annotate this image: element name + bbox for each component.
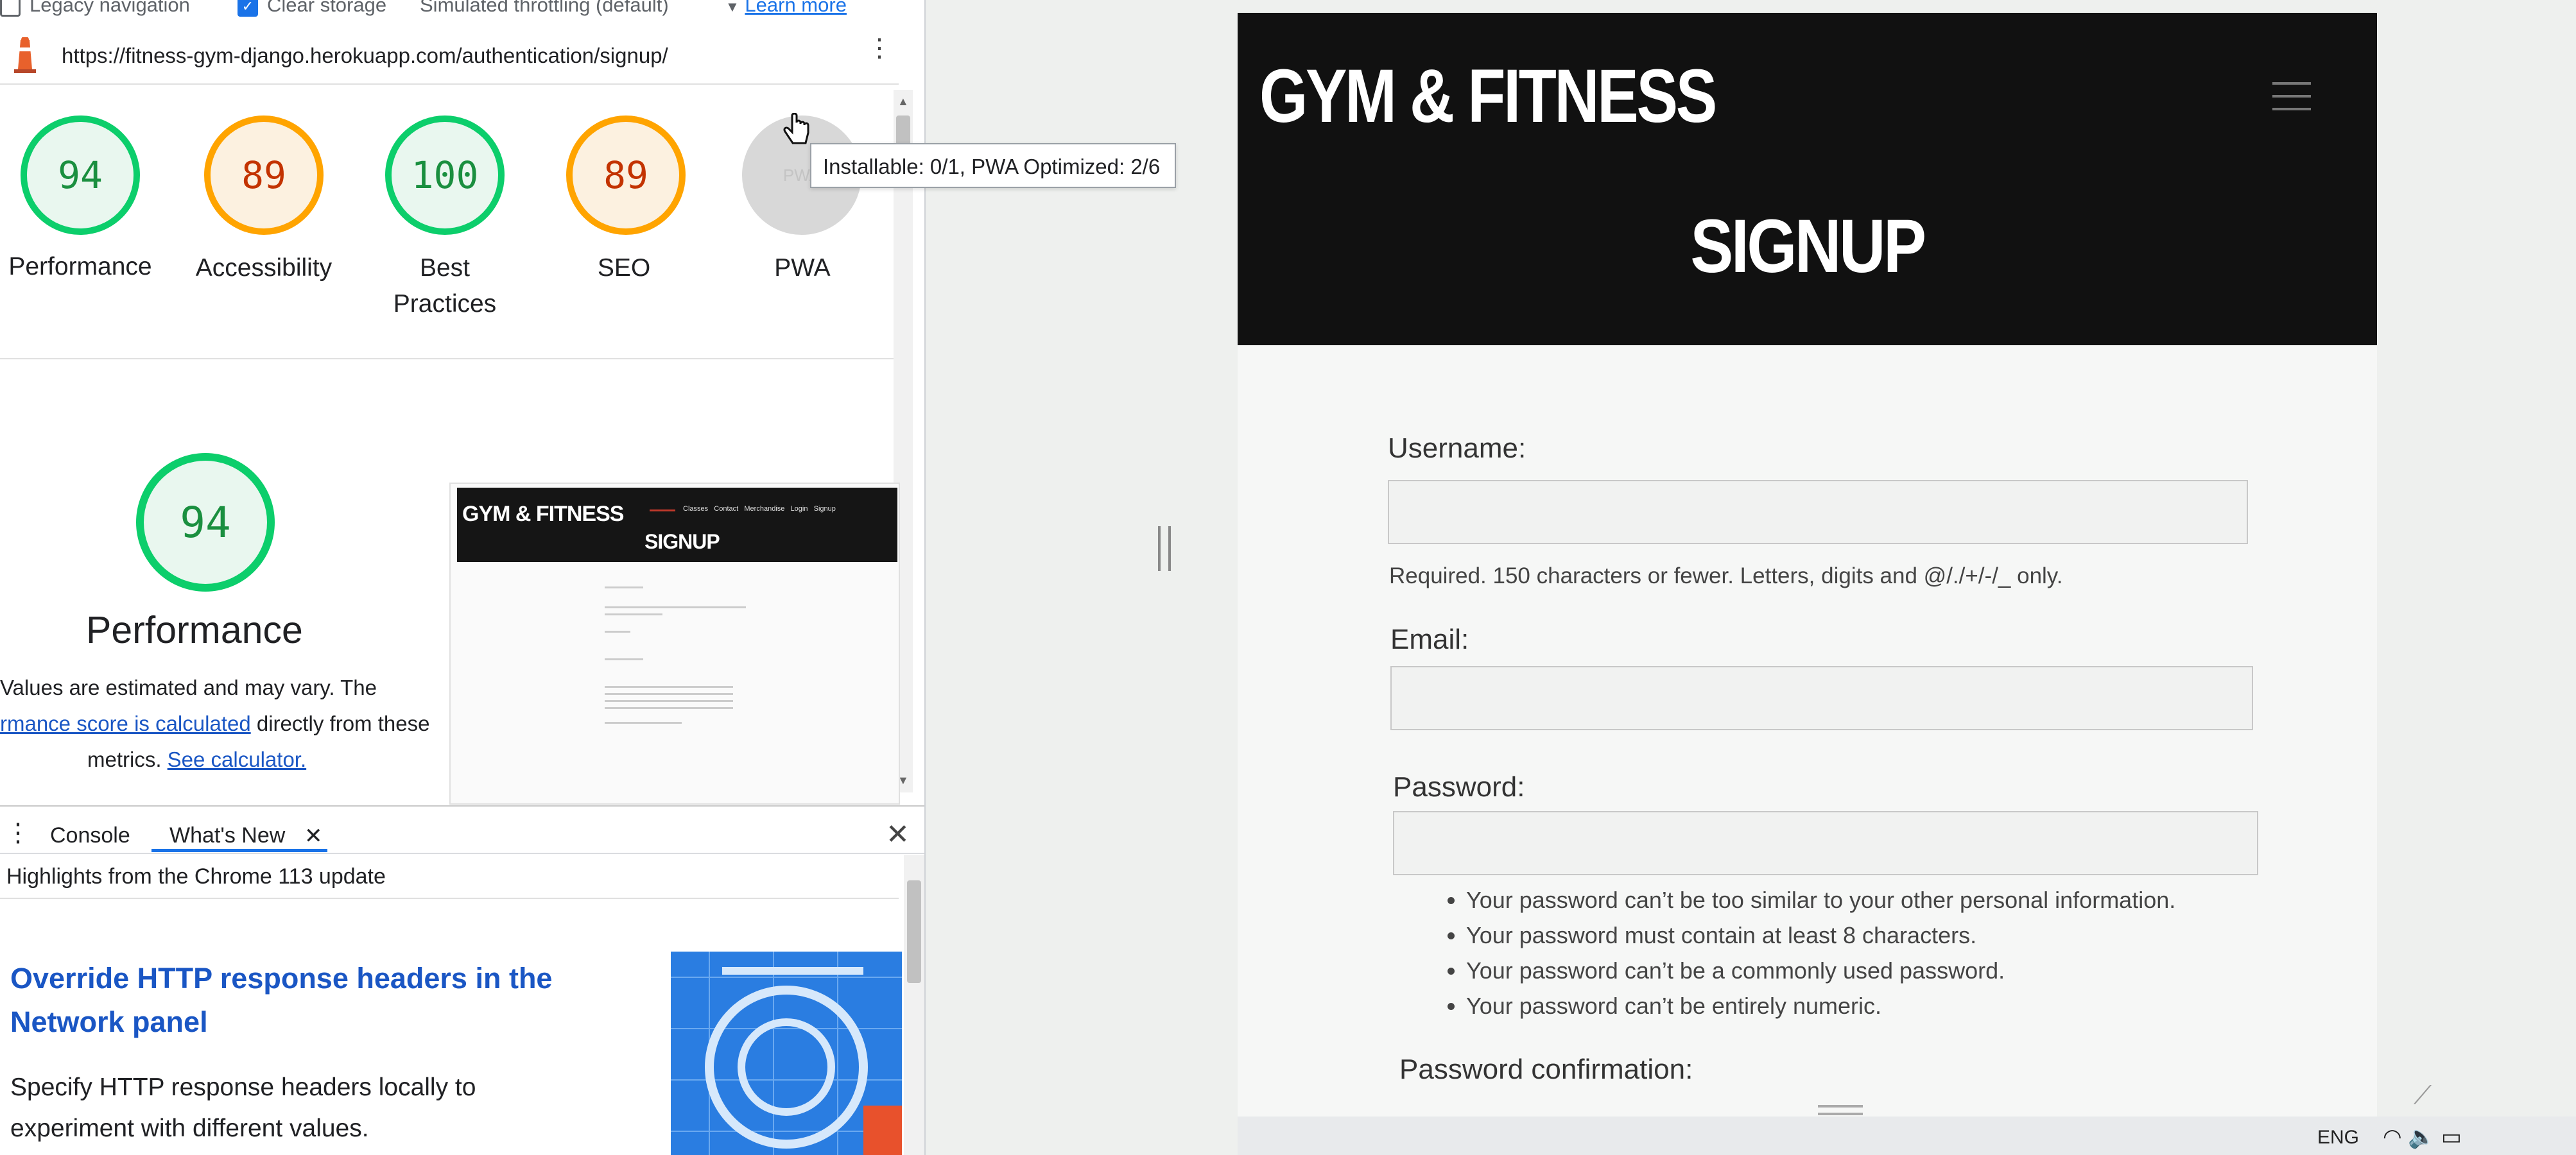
throttling-option[interactable]: Simulated throttling (default) <box>420 0 669 17</box>
password-rule: Your password must contain at least 8 ch… <box>1466 918 2175 953</box>
tab-console[interactable]: Console <box>50 823 130 848</box>
divider <box>0 358 899 359</box>
accessibility-score-gauge[interactable]: 89 <box>204 116 324 235</box>
input-language-indicator[interactable]: ENG <box>2317 1127 2359 1149</box>
site-header: GYM & FITNESS SIGNUP <box>1238 13 2377 345</box>
performance-description: Values are estimated and may vary. The r… <box>0 676 430 771</box>
viewport-drag-handle[interactable] <box>1818 1105 1863 1115</box>
performance-label: Performance <box>8 253 152 280</box>
pwa-label: PWA <box>774 254 831 282</box>
tab-whats-new[interactable]: What's New <box>169 823 285 848</box>
devtools-drawer: ⋮ Console What's New ✕ ✕ Highlights from… <box>0 805 924 1155</box>
best-practices-score-gauge[interactable]: 100 <box>385 116 505 235</box>
seo-score-gauge[interactable]: 89 <box>566 116 686 235</box>
site-logo[interactable]: GYM & FITNESS <box>1259 53 1717 140</box>
password-rule: Your password can’t be a commonly used p… <box>1466 953 2175 988</box>
clear-storage-checkbox[interactable]: ✓ <box>238 0 258 17</box>
active-tab-indicator <box>151 849 327 852</box>
thumbnail-logo: GYM & FITNESS <box>462 502 624 526</box>
thumbnail-title: SIGNUP <box>644 530 720 553</box>
thumbnail-form-lines <box>605 580 759 792</box>
devtools-panel: Legacy navigation ✓ Clear storage Simulat… <box>0 0 926 1155</box>
drawer-tab-bar: ⋮ Console What's New ✕ ✕ <box>0 807 924 854</box>
thumbnail-nav-marker <box>650 509 675 511</box>
hamburger-menu-icon[interactable] <box>2272 82 2311 121</box>
password-rules-list: Your password can’t be too similar to yo… <box>1443 882 2175 1023</box>
performance-detail-gauge: 94 <box>136 453 275 592</box>
password-rule: Your password can’t be entirely numeric. <box>1466 988 2175 1023</box>
system-tray[interactable]: ◠ 🔈 ▭ <box>2383 1124 2462 1150</box>
article-title-link[interactable]: Override HTTP response headers in the Ne… <box>10 957 639 1044</box>
site-preview: GYM & FITNESS SIGNUP Username: Required.… <box>1238 13 2377 1116</box>
password-confirmation-label: Password confirmation: <box>1399 1054 1693 1085</box>
learn-more-link[interactable]: ▼ Learn more <box>725 0 847 17</box>
whats-new-highlights: Highlights from the Chrome 113 update <box>0 854 899 899</box>
pwa-tooltip: Installable: 0/1, PWA Optimized: 2/6 <box>810 143 1176 188</box>
legacy-navigation-option[interactable]: Legacy navigation <box>0 0 190 17</box>
viewport-resize-handle[interactable] <box>1158 526 1171 571</box>
email-input[interactable] <box>1390 666 2253 730</box>
password-rule: Your password can’t be too similar to yo… <box>1466 882 2175 918</box>
close-drawer-icon[interactable]: ✕ <box>886 818 910 851</box>
seo-label: SEO <box>597 254 651 282</box>
thumbnail-header: GYM & FITNESS Classes Contact Merchandis… <box>457 488 897 562</box>
drawer-menu-icon[interactable]: ⋮ <box>5 818 31 848</box>
page-screenshot-thumbnail: GYM & FITNESS Classes Contact Merchandis… <box>449 483 900 805</box>
wifi-icon[interactable]: ◠ <box>2383 1125 2402 1149</box>
close-tab-icon[interactable]: ✕ <box>304 823 323 849</box>
username-input[interactable] <box>1388 480 2248 544</box>
best-practices-label: Best Practices <box>393 254 497 318</box>
see-calculator-link[interactable]: See calculator. <box>168 748 306 771</box>
password-label: Password: <box>1393 771 1525 803</box>
page-title: SIGNUP <box>1690 204 1926 289</box>
os-taskbar <box>1238 1116 2576 1155</box>
resize-corner-icon[interactable]: ⟋ <box>2414 1081 2432 1110</box>
username-help-text: Required. 150 characters or fewer. Lette… <box>1389 563 2063 588</box>
article-body: Specify HTTP response headers locally to… <box>10 1074 476 1142</box>
lighthouse-icon <box>10 36 40 78</box>
cursor-hand-icon <box>783 112 811 151</box>
clear-storage-option[interactable]: ✓ Clear storage <box>238 0 386 17</box>
scrollbar-thumb[interactable] <box>907 880 921 983</box>
article-illustration <box>671 952 902 1155</box>
performance-section-title: Performance <box>86 609 303 651</box>
accessibility-label: Accessibility <box>195 254 333 282</box>
lighthouse-options-bar: Legacy navigation ✓ Clear storage Simulat… <box>0 0 924 26</box>
legacy-navigation-checkbox[interactable] <box>0 0 21 17</box>
password-input[interactable] <box>1393 811 2258 875</box>
performance-score-gauge[interactable]: 94 <box>21 116 140 235</box>
more-options-icon[interactable]: ⋮ <box>867 35 892 61</box>
report-url: https://fitness-gym-django.herokuapp.com… <box>62 44 668 67</box>
username-label: Username: <box>1388 432 1526 464</box>
score-calculation-link[interactable]: rmance score is calculated <box>0 712 251 735</box>
email-label: Email: <box>1390 624 1469 655</box>
volume-icon[interactable]: 🔈 <box>2408 1125 2435 1149</box>
scroll-up-icon[interactable]: ▲ <box>897 95 909 108</box>
battery-icon[interactable]: ▭ <box>2441 1125 2462 1149</box>
thumbnail-nav: Classes Contact Merchandise Login Signup <box>683 505 836 513</box>
drawer-scrollbar[interactable] <box>904 855 924 1155</box>
